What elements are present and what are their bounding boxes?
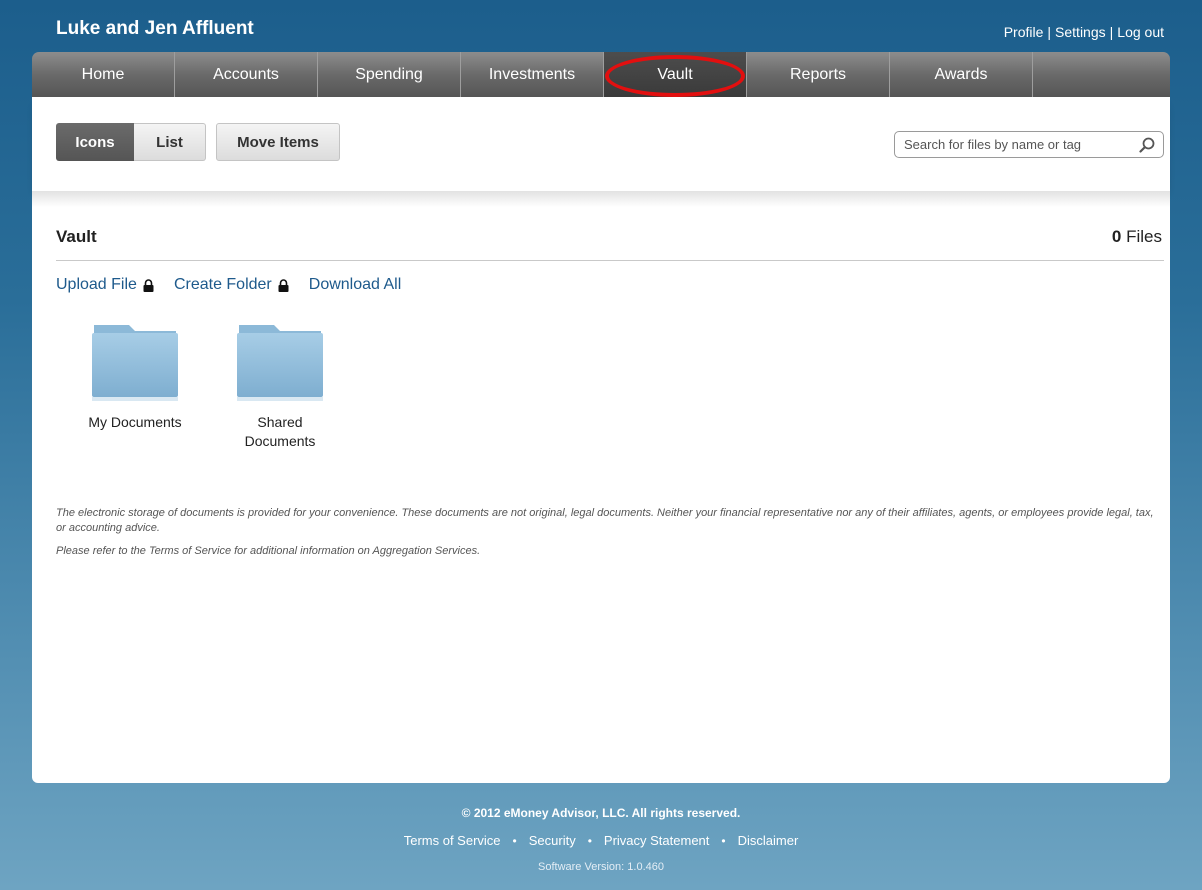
folder-shared-documents[interactable]: Shared Documents <box>220 323 340 451</box>
security-link[interactable]: Security <box>529 833 576 848</box>
icons-view-button[interactable]: Icons <box>56 123 134 161</box>
disclaimer-text: The electronic storage of documents is p… <box>56 507 1154 534</box>
footer-separator: • <box>587 833 592 848</box>
folder-icon <box>237 325 323 401</box>
privacy-statement-link[interactable]: Privacy Statement <box>604 833 710 848</box>
link-separator: | <box>1047 24 1052 40</box>
tab-accounts[interactable]: Accounts <box>175 52 318 97</box>
toolbar-shadow <box>32 191 1170 207</box>
link-separator: | <box>1109 24 1114 40</box>
profile-link[interactable]: Profile <box>1004 24 1044 40</box>
folder-my-documents[interactable]: My Documents <box>75 323 195 432</box>
tab-awards[interactable]: Awards <box>890 52 1033 97</box>
footer-links: Terms of Service • Security • Privacy St… <box>0 833 1202 848</box>
folder-icon <box>92 325 178 401</box>
file-count: 0 Files <box>1112 227 1162 247</box>
footer-separator: • <box>721 833 726 848</box>
app-title: Luke and Jen Affluent <box>56 18 254 39</box>
disclaimer: The electronic storage of documents is p… <box>56 506 1166 567</box>
main-nav: Home Accounts Spending Investments Vault… <box>32 52 1170 97</box>
copyright: © 2012 eMoney Advisor, LLC. All rights r… <box>461 806 741 820</box>
main-panel: Icons List Move Items Vault 0 Files Uplo… <box>32 97 1170 783</box>
logout-link[interactable]: Log out <box>1117 24 1164 40</box>
divider <box>56 260 1164 261</box>
terms-of-service-link[interactable]: Terms of Service <box>404 833 501 848</box>
tab-investments[interactable]: Investments <box>461 52 604 97</box>
terms-note: Please refer to the Terms of Service for… <box>56 545 481 557</box>
create-folder-link[interactable]: Create Folder <box>174 276 289 294</box>
download-all-link[interactable]: Download All <box>309 276 402 294</box>
create-folder-label: Create Folder <box>173 276 272 293</box>
upload-file-link[interactable]: Upload File <box>56 276 154 294</box>
file-count-unit: Files <box>1126 227 1162 246</box>
file-count-value: 0 <box>1111 227 1122 246</box>
view-toggle: Icons List <box>56 123 206 161</box>
settings-link[interactable]: Settings <box>1055 24 1106 40</box>
tab-reports[interactable]: Reports <box>747 52 890 97</box>
list-view-button[interactable]: List <box>134 123 206 161</box>
tab-home[interactable]: Home <box>32 52 175 97</box>
download-all-label: Download All <box>308 276 402 293</box>
move-items-button[interactable]: Move Items <box>216 123 340 161</box>
tab-spending[interactable]: Spending <box>318 52 461 97</box>
footer-separator: • <box>512 833 517 848</box>
folder-label: My Documents <box>88 414 182 430</box>
tab-vault[interactable]: Vault <box>604 52 747 97</box>
section-title: Vault <box>56 227 97 246</box>
search-icon[interactable] <box>1138 136 1156 154</box>
user-links: Profile | Settings | Log out <box>1004 24 1164 40</box>
lock-icon <box>278 278 289 292</box>
folder-label: Shared Documents <box>244 414 316 449</box>
search-input[interactable] <box>895 136 1136 153</box>
vault-actions: Upload File Create Folder Download All <box>56 276 421 294</box>
search-box <box>894 131 1164 158</box>
lock-icon <box>143 278 154 292</box>
disclaimer-link[interactable]: Disclaimer <box>738 833 799 848</box>
upload-file-label: Upload File <box>56 276 137 293</box>
footer: © 2012 eMoney Advisor, LLC. All rights r… <box>0 806 1202 873</box>
software-version: Software Version: 1.0.460 <box>538 861 664 873</box>
toolbar: Icons List Move Items <box>32 97 1170 191</box>
